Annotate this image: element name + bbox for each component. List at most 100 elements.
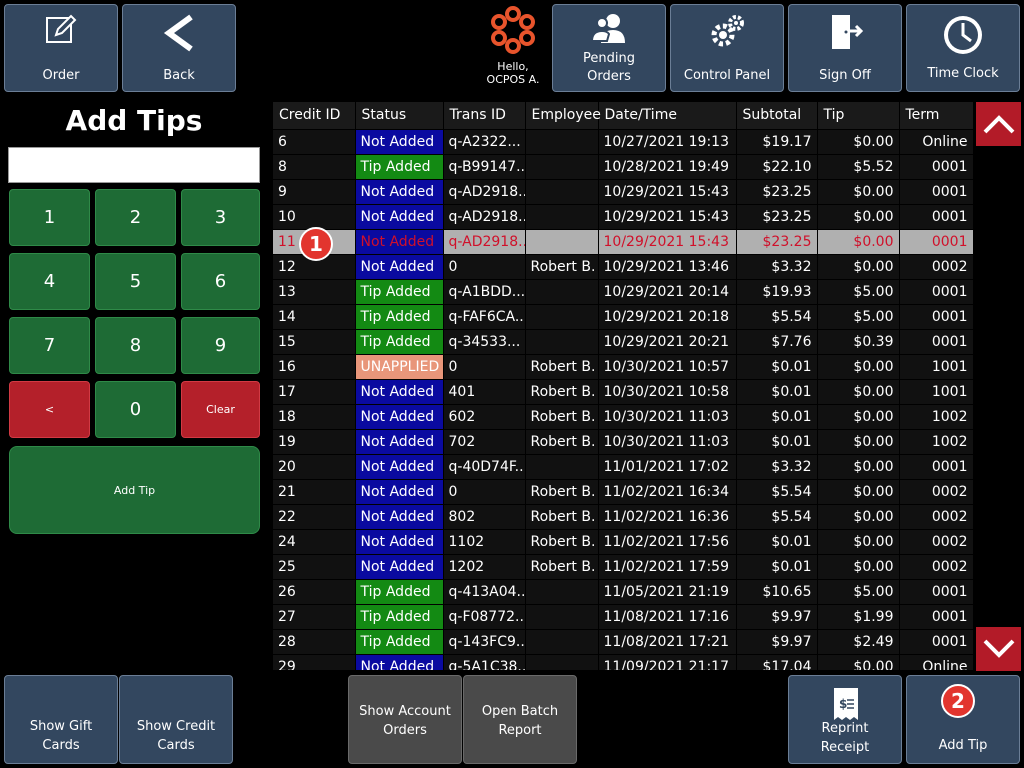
cell-credit-id: 25 xyxy=(273,554,356,580)
table-row[interactable]: 16 UNAPPLIED 0 Robert B. 10/30/2021 10:57 $0.… xyxy=(273,354,973,380)
key-6[interactable]: 6 xyxy=(181,253,260,310)
order-button[interactable]: Order xyxy=(4,4,118,92)
clear-key[interactable]: Clear xyxy=(181,381,260,438)
scroll-down-button[interactable] xyxy=(976,627,1021,671)
cell-status: Tip Added xyxy=(355,279,444,305)
table-row[interactable]: 26 Tip Added q-413A04... 11/05/2021 21:19 $1… xyxy=(273,579,973,605)
cell-credit-id: 13 xyxy=(273,279,356,305)
key-1[interactable]: 1 xyxy=(9,189,90,246)
table-row[interactable]: 28 Tip Added q-143FC9... 11/08/2021 17:21 $9… xyxy=(273,629,973,655)
table-row[interactable]: 17 Not Added 401 Robert B. 10/30/2021 10:58 $… xyxy=(273,379,973,405)
col-status[interactable]: Status xyxy=(355,102,444,130)
key-8[interactable]: 8 xyxy=(95,317,176,374)
cell-credit-id: 9 xyxy=(273,179,356,205)
gears-icon xyxy=(671,13,783,51)
cell-status: Not Added xyxy=(355,479,444,505)
cell-term: 0001 xyxy=(899,579,973,605)
cell-date-time: 10/29/2021 20:21 xyxy=(598,329,737,355)
cell-subtotal: $23.25 xyxy=(736,179,818,205)
scroll-up-button[interactable] xyxy=(976,102,1021,146)
col-subtotal[interactable]: Subtotal xyxy=(736,102,818,130)
open-batch-report-button[interactable]: Open Batch Report xyxy=(463,675,577,764)
cell-credit-id: 16 xyxy=(273,354,356,380)
cell-credit-id: 24 xyxy=(273,529,356,555)
cell-employee xyxy=(525,154,599,180)
cell-subtotal: $0.01 xyxy=(736,529,818,555)
cell-credit-id: 10 xyxy=(273,204,356,230)
backspace-key[interactable]: < xyxy=(9,381,90,438)
cell-date-time: 10/29/2021 20:18 xyxy=(598,304,737,330)
sign-off-button[interactable]: Sign Off xyxy=(788,4,902,92)
table-row[interactable]: 10 Not Added q-AD2918... 10/29/2021 15:43 $2… xyxy=(273,204,973,230)
cell-trans-id: 702 xyxy=(443,429,526,455)
cell-subtotal: $0.01 xyxy=(736,429,818,455)
pending-orders-button[interactable]: Pending Orders xyxy=(552,4,666,92)
table-row[interactable]: 13 Tip Added q-A1BDD... 10/29/2021 20:14 $19… xyxy=(273,279,973,305)
key-5[interactable]: 5 xyxy=(95,253,176,310)
table-row[interactable]: 27 Tip Added q-F08772... 11/08/2021 17:16 $9… xyxy=(273,604,973,630)
cell-employee xyxy=(525,304,599,330)
tip-amount-input[interactable] xyxy=(8,147,260,183)
table-row[interactable]: 6 Not Added q-A2322... 10/27/2021 19:13 $19.… xyxy=(273,129,973,155)
table-row[interactable]: 15 Tip Added q-34533... 10/29/2021 20:21 $7.… xyxy=(273,329,973,355)
cell-date-time: 11/08/2021 17:21 xyxy=(598,629,737,655)
table-row[interactable]: 25 Not Added 1202 Robert B. 11/02/2021 17:59… xyxy=(273,554,973,580)
cell-date-time: 11/02/2021 17:56 xyxy=(598,529,737,555)
chevron-down-icon xyxy=(983,639,1014,658)
table-row[interactable]: 29 Not Added q-5A1C38... 11/09/2021 21:17 $1… xyxy=(273,654,973,670)
table-row[interactable]: 19 Not Added 702 Robert B. 10/30/2021 11:03 $… xyxy=(273,429,973,455)
cell-subtotal: $9.97 xyxy=(736,629,818,655)
cell-status: Not Added xyxy=(355,229,444,255)
time-clock-button[interactable]: Time Clock xyxy=(906,4,1020,92)
key-9[interactable]: 9 xyxy=(181,317,260,374)
key-7[interactable]: 7 xyxy=(9,317,90,374)
col-date-time[interactable]: Date/Time xyxy=(598,102,737,130)
cell-employee: Robert B. xyxy=(525,554,599,580)
cell-date-time: 11/01/2021 17:02 xyxy=(598,454,737,480)
cell-subtotal: $0.01 xyxy=(736,379,818,405)
cell-tip: $0.00 xyxy=(817,454,900,480)
cell-tip: $0.00 xyxy=(817,229,900,255)
show-credit-cards-label: Show Credit Cards xyxy=(120,717,232,755)
col-employee[interactable]: Employee xyxy=(525,102,601,130)
col-credit-id[interactable]: Credit ID xyxy=(273,102,356,130)
table-row[interactable]: 14 Tip Added q-FAF6CA... 10/29/2021 20:18 $5… xyxy=(273,304,973,330)
control-panel-button[interactable]: Control Panel xyxy=(670,4,784,92)
table-row[interactable]: 22 Not Added 802 Robert B. 11/02/2021 16:36 $… xyxy=(273,504,973,530)
cell-subtotal: $23.25 xyxy=(736,204,818,230)
open-batch-report-line1: Open Batch xyxy=(481,704,559,719)
key-2[interactable]: 2 xyxy=(95,189,176,246)
cell-trans-id: 401 xyxy=(443,379,526,405)
table-row[interactable]: 18 Not Added 602 Robert B. 10/30/2021 11:03 $… xyxy=(273,404,973,430)
key-4[interactable]: 4 xyxy=(9,253,90,310)
cell-employee: Robert B. xyxy=(525,504,599,530)
cell-employee xyxy=(525,454,599,480)
credit-table[interactable]: Credit ID Status Trans ID Employee Date/… xyxy=(273,102,973,670)
table-row[interactable]: 21 Not Added 0 Robert B. 11/02/2021 16:34 $5.… xyxy=(273,479,973,505)
key-3[interactable]: 3 xyxy=(181,189,260,246)
table-row[interactable]: 20 Not Added q-40D74F... 11/01/2021 17:02 $3… xyxy=(273,454,973,480)
cell-subtotal: $0.01 xyxy=(736,554,818,580)
cell-employee: Robert B. xyxy=(525,429,599,455)
table-row[interactable]: 24 Not Added 1102 Robert B. 11/02/2021 17:56… xyxy=(273,529,973,555)
table-row[interactable]: 9 Not Added q-AD2918... 10/29/2021 15:43 $23… xyxy=(273,179,973,205)
col-trans-id[interactable]: Trans ID xyxy=(443,102,526,130)
table-row[interactable]: 11 Not Added q-AD2918... 10/29/2021 15:43 $2… xyxy=(273,229,973,255)
col-term[interactable]: Term xyxy=(899,102,973,130)
cell-term: 0001 xyxy=(899,279,973,305)
show-account-orders-line2: Orders xyxy=(383,723,427,738)
add-tip-keypad-button[interactable]: Add Tip xyxy=(9,446,260,534)
show-credit-cards-button[interactable]: Show Credit Cards xyxy=(119,675,233,764)
col-tip[interactable]: Tip xyxy=(817,102,900,130)
show-account-orders-label: Show Account Orders xyxy=(349,702,461,740)
cell-subtotal: $3.32 xyxy=(736,454,818,480)
show-gift-cards-button[interactable]: Show Gift Cards xyxy=(4,675,118,764)
cell-credit-id: 26 xyxy=(273,579,356,605)
table-row[interactable]: 12 Not Added 0 Robert B. 10/29/2021 13:46 $3.… xyxy=(273,254,973,280)
table-row[interactable]: 8 Tip Added q-B99147... 10/28/2021 19:49 $22… xyxy=(273,154,973,180)
reprint-receipt-button[interactable]: $ Reprint Receipt xyxy=(788,675,902,764)
key-0[interactable]: 0 xyxy=(95,381,176,438)
back-button[interactable]: Back xyxy=(122,4,236,92)
show-account-orders-button[interactable]: Show Account Orders xyxy=(348,675,462,764)
cell-employee: Robert B. xyxy=(525,404,599,430)
